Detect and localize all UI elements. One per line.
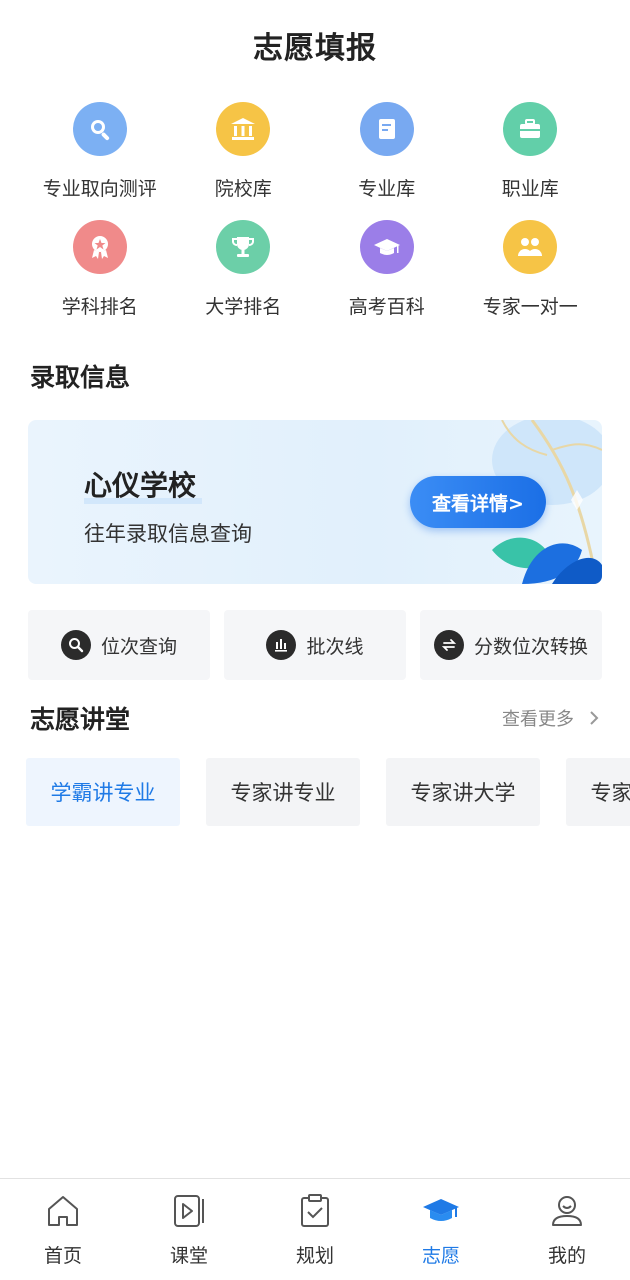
trophy-icon <box>216 220 271 274</box>
grid-item-label: 大学排名 <box>205 296 282 318</box>
tab-mine[interactable]: 我的 <box>504 1179 630 1280</box>
video-icon <box>174 1195 204 1227</box>
lecture-tag-expert-admissions[interactable]: 专家讲招生 <box>566 758 630 826</box>
score-rank-convert-button[interactable]: 分数位次转换 <box>420 610 602 680</box>
view-more-link[interactable]: 查看更多 <box>502 705 600 731</box>
lecture-tag-expert-major[interactable]: 专家讲专业 <box>206 758 360 826</box>
tab-home[interactable]: 首页 <box>0 1179 126 1280</box>
tab-volunteer[interactable]: 志愿 <box>378 1179 504 1280</box>
grid-item-gaokao-wiki[interactable]: 高考百科 <box>315 216 459 328</box>
rank-query-button[interactable]: 位次查询 <box>28 610 210 680</box>
chevron-right-icon <box>590 711 599 725</box>
grid-item-college-library[interactable]: 院校库 <box>172 98 316 210</box>
document-icon <box>359 102 414 156</box>
admission-section-title: 录取信息 <box>30 363 131 392</box>
banner-subtitle: 往年录取信息查询 <box>84 522 252 546</box>
grid-item-label: 专业库 <box>358 178 416 200</box>
page-header: 志愿填报 <box>0 0 630 90</box>
tab-label: 志愿 <box>421 1245 460 1267</box>
grid-item-major-library[interactable]: 专业库 <box>315 98 459 210</box>
bar-chart-icon <box>266 630 297 660</box>
lecture-section-title: 志愿讲堂 <box>30 705 131 734</box>
lecture-tag-top-student-major[interactable]: 学霸讲专业 <box>26 758 180 826</box>
banner-title: 心仪学校 <box>84 469 197 502</box>
briefcase-icon <box>503 102 558 156</box>
tab-classroom[interactable]: 课堂 <box>126 1179 252 1280</box>
tab-planning[interactable]: 规划 <box>252 1179 378 1280</box>
page-title: 志愿填报 <box>253 31 377 66</box>
graduation-cap-icon <box>359 220 414 274</box>
award-medal-icon <box>72 220 127 274</box>
tab-label: 课堂 <box>169 1245 208 1267</box>
grid-item-label: 职业库 <box>501 178 559 200</box>
search-icon <box>60 630 91 660</box>
grid-item-expert-one-on-one[interactable]: 专家一对一 <box>459 216 603 328</box>
home-icon <box>48 1196 78 1226</box>
grid-item-university-ranking[interactable]: 大学排名 <box>172 216 316 328</box>
grid-item-label: 院校库 <box>214 178 272 200</box>
batch-line-button[interactable]: 批次线 <box>224 610 406 680</box>
admission-banner[interactable]: 心仪学校 往年录取信息查询 查看详情> <box>28 420 602 584</box>
institution-icon <box>216 102 271 156</box>
tool-label: 位次查询 <box>100 635 177 658</box>
feature-grid: 专业取向测评 院校库 专业库 职业库 学科排名 大学排名 高考百科 专家一对一 <box>0 98 630 328</box>
tab-label: 我的 <box>547 1245 586 1267</box>
lecture-tag-expert-university[interactable]: 专家讲大学 <box>386 758 540 826</box>
swap-icon <box>433 630 464 660</box>
grid-item-label: 高考百科 <box>348 296 425 318</box>
grid-item-label: 专业取向测评 <box>42 178 157 200</box>
lecture-tags-scroller[interactable]: 学霸讲专业 专家讲专业 专家讲大学 专家讲招生 <box>0 758 630 828</box>
grid-item-career-library[interactable]: 职业库 <box>459 98 603 210</box>
tool-label: 分数位次转换 <box>473 635 588 658</box>
people-icon <box>503 220 558 274</box>
graduation-cap-icon <box>423 1199 459 1221</box>
tab-label: 首页 <box>43 1245 82 1267</box>
admission-section-header: 录取信息 <box>0 358 630 394</box>
grid-item-major-test[interactable]: 专业取向测评 <box>28 98 172 210</box>
tab-label: 规划 <box>295 1245 334 1267</box>
view-more-label: 查看更多 <box>502 709 574 730</box>
bottom-tab-bar: 首页 课堂 规划 志愿 我的 <box>0 1178 630 1280</box>
user-icon <box>552 1196 582 1226</box>
grid-item-label: 学科排名 <box>61 296 138 318</box>
grid-item-label: 专家一对一 <box>482 296 578 318</box>
query-tools: 位次查询 批次线 分数位次转换 <box>0 610 630 680</box>
tool-label: 批次线 <box>306 635 364 658</box>
clipboard-check-icon <box>301 1194 329 1227</box>
lecture-section-header: 志愿讲堂 查看更多 <box>0 702 630 734</box>
magnifier-icon <box>72 102 127 156</box>
grid-item-subject-ranking[interactable]: 学科排名 <box>28 216 172 328</box>
view-details-button[interactable]: 查看详情> <box>410 476 546 528</box>
